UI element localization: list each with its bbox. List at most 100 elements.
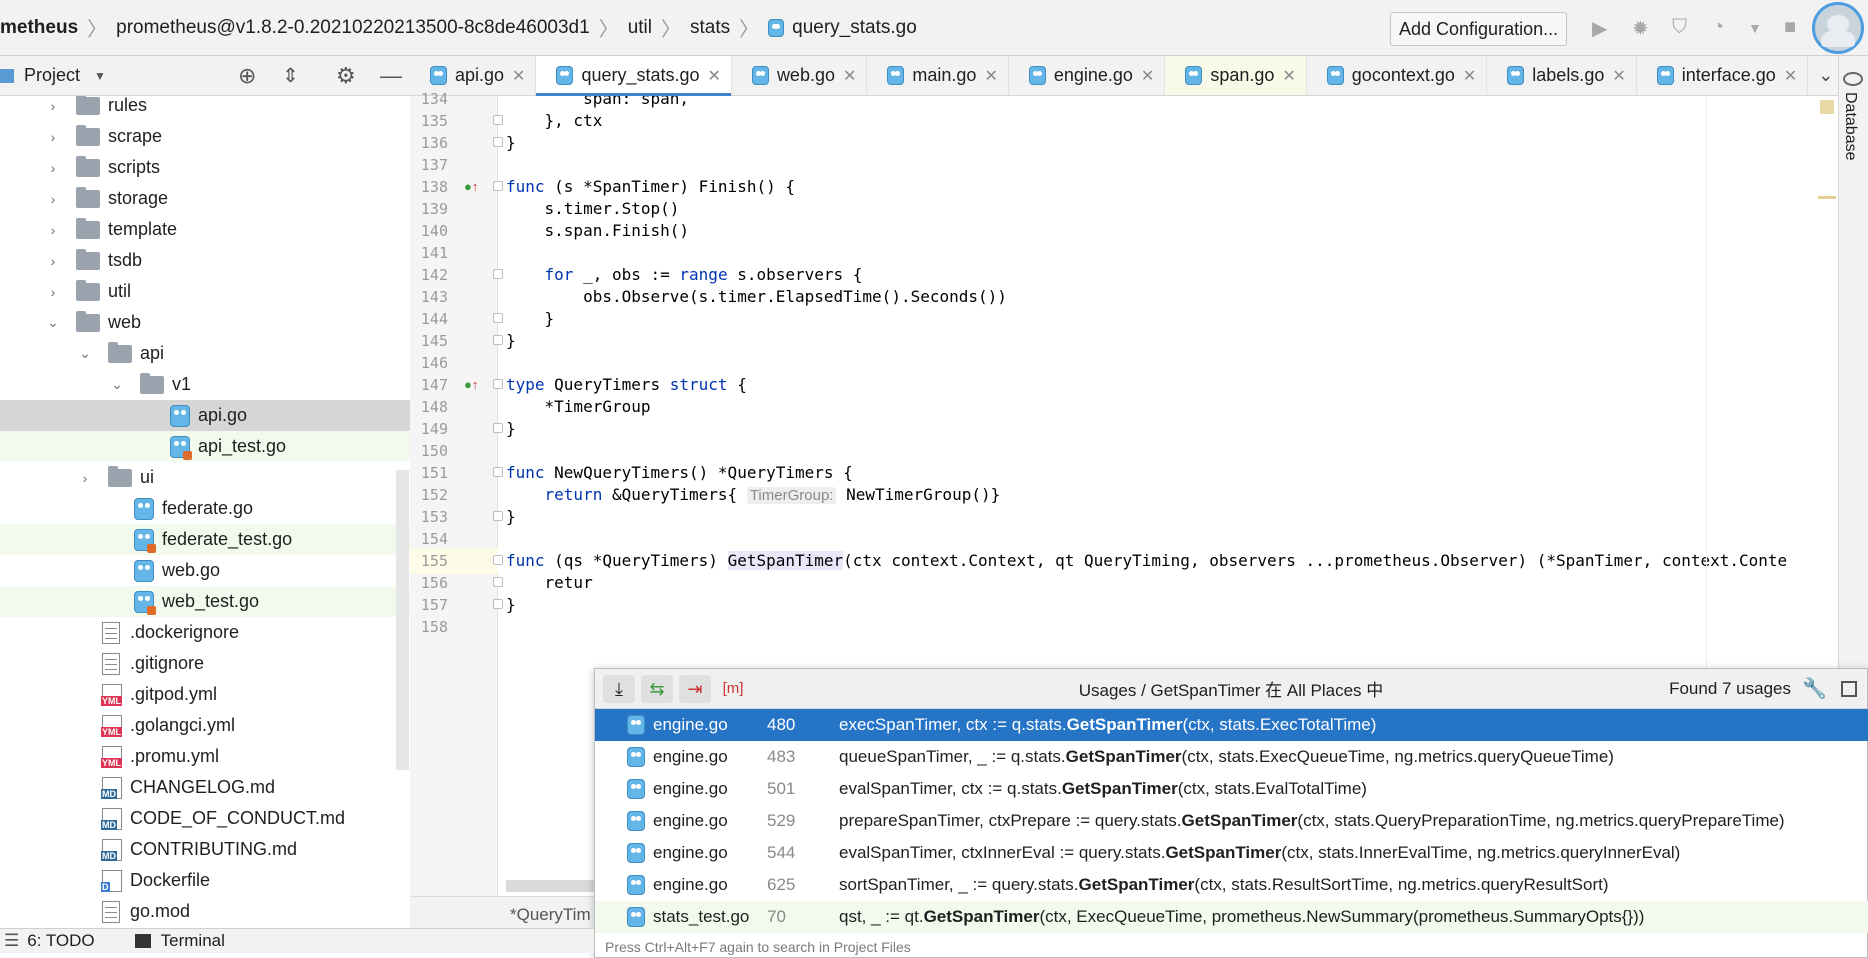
fold-icon[interactable] — [493, 467, 503, 477]
coverage-icon[interactable]: ⛉ — [1672, 16, 1687, 39]
tab-interface-go[interactable]: interface.go ✕ — [1637, 56, 1809, 95]
fold-icon[interactable] — [493, 423, 503, 433]
fold-icon[interactable] — [493, 555, 503, 565]
fold-icon[interactable] — [493, 335, 503, 345]
close-icon[interactable]: ✕ — [1784, 66, 1797, 86]
fold-icon[interactable] — [493, 511, 503, 521]
implemented-marker-icon[interactable]: ●↑ — [464, 179, 478, 194]
add-configuration-button[interactable]: Add Configuration... — [1390, 12, 1568, 46]
editor-horizontal-scrollbar[interactable] — [506, 880, 594, 892]
tree-item[interactable]: MD CODE_OF_CONDUCT.md — [0, 803, 410, 834]
tab-labels-go[interactable]: labels.go ✕ — [1487, 56, 1637, 95]
tab-gocontext-go[interactable]: gocontext.go ✕ — [1307, 56, 1488, 95]
tree-item[interactable]: › template — [0, 214, 410, 245]
tree-item[interactable]: ⌄ v1 — [0, 369, 410, 400]
todo-tool-button[interactable]: 6: TODO — [27, 931, 94, 951]
run-icon[interactable]: ▶ — [1592, 16, 1607, 41]
stop-icon[interactable]: ■ — [1784, 16, 1796, 39]
usage-row[interactable]: engine.go 625 sortSpanTimer, _ := query.… — [595, 869, 1868, 901]
collapse-all-icon[interactable]: ⇕ — [282, 63, 299, 88]
chevron-down-icon[interactable]: ▼ — [1748, 20, 1762, 36]
profile-icon[interactable]: ◔ — [1712, 16, 1724, 39]
tree-item[interactable]: › scripts — [0, 152, 410, 183]
breadcrumb-module[interactable]: prometheus@v1.8.2-0.20210220213500-8c8de… — [116, 17, 590, 39]
tree-item[interactable]: ⌄ api — [0, 338, 410, 369]
fold-icon[interactable] — [493, 137, 503, 147]
tree-scrollbar[interactable] — [396, 470, 409, 770]
close-icon[interactable]: ✕ — [1612, 66, 1625, 86]
tab-engine-go[interactable]: engine.go ✕ — [1009, 56, 1166, 95]
tree-item[interactable]: › scrape — [0, 121, 410, 152]
tree-item[interactable]: › util — [0, 276, 410, 307]
chevron-right-icon[interactable]: › — [44, 98, 62, 114]
usage-row[interactable]: engine.go 480 execSpanTimer, ctx := q.st… — [595, 709, 1868, 741]
chevron-right-icon[interactable]: › — [44, 222, 62, 238]
tree-item[interactable]: web.go — [0, 555, 410, 586]
tree-item[interactable]: federate.go — [0, 493, 410, 524]
chevron-right-icon[interactable]: › — [44, 253, 62, 269]
close-icon[interactable]: ✕ — [843, 66, 856, 86]
tree-item[interactable]: api.go — [0, 400, 410, 431]
tab-query_stats-go[interactable]: query_stats.go ✕ — [536, 56, 732, 96]
project-title[interactable]: Project — [24, 65, 80, 86]
usage-row[interactable]: engine.go 544 evalSpanTimer, ctxInnerEva… — [595, 837, 1868, 869]
tab-main-go[interactable]: main.go ✕ — [867, 56, 1009, 95]
usage-row[interactable]: engine.go 501 evalSpanTimer, ctx := q.st… — [595, 773, 1868, 805]
tree-item[interactable]: .gitignore — [0, 648, 410, 679]
chevron-right-icon[interactable]: › — [44, 284, 62, 300]
tree-item[interactable]: YML .promu.yml — [0, 741, 410, 772]
tree-item[interactable]: federate_test.go — [0, 524, 410, 555]
terminal-tool-button[interactable]: Terminal — [161, 931, 225, 951]
fold-icon[interactable] — [493, 269, 503, 279]
tree-item[interactable]: › storage — [0, 183, 410, 214]
close-icon[interactable]: ✕ — [1463, 66, 1476, 86]
locate-icon[interactable]: ⊕ — [238, 63, 256, 89]
chevron-down-icon[interactable]: ▼ — [94, 69, 106, 83]
tree-item[interactable]: › rules — [0, 96, 410, 121]
fold-icon[interactable] — [493, 577, 503, 587]
tab-web-go[interactable]: web.go ✕ — [732, 56, 868, 95]
tree-item[interactable]: › tsdb — [0, 245, 410, 276]
usage-row[interactable]: engine.go 483 queueSpanTimer, _ := q.sta… — [595, 741, 1868, 773]
close-icon[interactable]: ✕ — [1141, 66, 1154, 86]
chevron-right-icon[interactable]: › — [44, 191, 62, 207]
chevron-down-icon[interactable]: ⌄ — [76, 345, 94, 362]
close-icon[interactable]: ✕ — [984, 66, 997, 86]
editor-breadcrumb-tab[interactable]: *QueryTim — [410, 896, 594, 928]
debug-icon[interactable]: ✹ — [1632, 16, 1649, 41]
wrench-icon[interactable]: 🔧 — [1802, 676, 1827, 701]
tree-item[interactable]: ⌄ web — [0, 307, 410, 338]
tree-item[interactable]: api_test.go — [0, 431, 410, 462]
fold-icon[interactable] — [493, 313, 503, 323]
close-icon[interactable]: ✕ — [512, 66, 525, 86]
chevron-right-icon[interactable]: › — [44, 129, 62, 145]
tree-item[interactable]: D Dockerfile — [0, 865, 410, 896]
fold-icon[interactable] — [493, 599, 503, 609]
tree-item[interactable]: MD CONTRIBUTING.md — [0, 834, 410, 865]
tab-span-go[interactable]: span.go ✕ — [1165, 56, 1307, 95]
fold-icon[interactable] — [493, 379, 503, 389]
breadcrumb-file[interactable]: query_stats.go — [792, 17, 917, 39]
chevron-down-icon[interactable]: ⌄ — [108, 376, 126, 393]
breadcrumb-util[interactable]: util — [628, 17, 652, 39]
fold-icon[interactable] — [493, 181, 503, 191]
close-icon[interactable]: ✕ — [708, 66, 721, 86]
database-tool-button[interactable]: Database — [1841, 92, 1859, 161]
tree-item[interactable]: .dockerignore — [0, 617, 410, 648]
chevron-right-icon[interactable]: › — [44, 160, 62, 176]
tree-item[interactable]: MD CHANGELOG.md — [0, 772, 410, 803]
close-icon[interactable]: ✕ — [1282, 66, 1295, 86]
hide-icon[interactable]: — — [380, 63, 402, 89]
usage-row[interactable]: engine.go 529 prepareSpanTimer, ctxPrepa… — [595, 805, 1868, 837]
breadcrumb-stats[interactable]: stats — [690, 17, 730, 39]
avatar[interactable] — [1812, 2, 1864, 54]
chevron-down-icon[interactable]: ⌄ — [44, 314, 62, 331]
gear-icon[interactable]: ⚙ — [336, 63, 356, 89]
pin-window-icon[interactable] — [1841, 680, 1857, 697]
usage-row[interactable]: stats_test.go 70 qst, _ := qt.GetSpanTim… — [595, 901, 1868, 933]
tree-item[interactable]: › ui — [0, 462, 410, 493]
tree-item[interactable]: web_test.go — [0, 586, 410, 617]
tree-item[interactable]: YML .golangci.yml — [0, 710, 410, 741]
chevron-right-icon[interactable]: › — [76, 470, 94, 486]
implemented-marker-icon[interactable]: ●↑ — [464, 377, 478, 392]
